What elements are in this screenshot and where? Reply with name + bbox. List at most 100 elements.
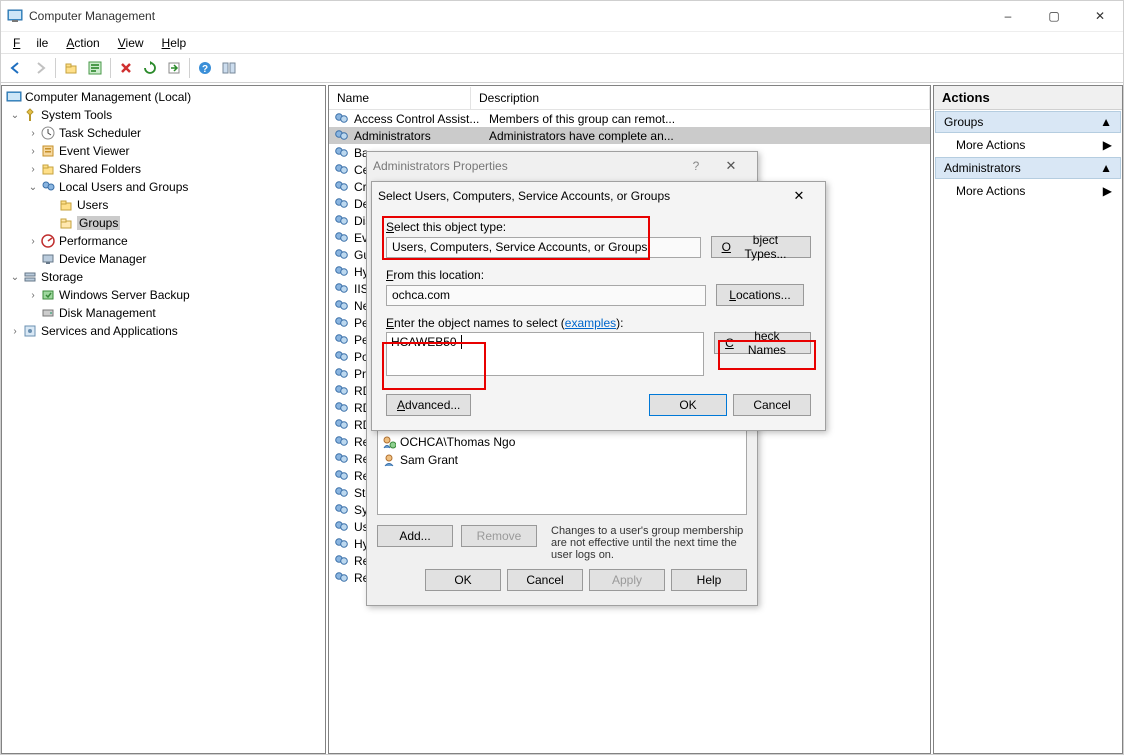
tree-task-scheduler[interactable]: ›Task Scheduler bbox=[2, 124, 325, 142]
group-icon bbox=[334, 400, 350, 416]
group-icon bbox=[334, 434, 350, 450]
cancel-button[interactable]: Cancel bbox=[733, 394, 811, 416]
app-icon bbox=[7, 8, 23, 24]
tree-performance[interactable]: ›Performance bbox=[2, 232, 325, 250]
back-icon[interactable] bbox=[5, 57, 27, 79]
locations-button[interactable]: Locations... bbox=[716, 284, 804, 306]
show-hide-icon[interactable] bbox=[218, 57, 240, 79]
ok-button[interactable]: OK bbox=[425, 569, 501, 591]
toolbar: ? bbox=[1, 53, 1123, 83]
tree-system-tools[interactable]: ⌄System Tools bbox=[2, 106, 325, 124]
help-icon[interactable]: ? bbox=[681, 159, 711, 173]
group-icon bbox=[334, 332, 350, 348]
chevron-right-icon: ▶ bbox=[1103, 184, 1112, 198]
maximize-button[interactable]: ▢ bbox=[1031, 1, 1077, 31]
forward-icon[interactable] bbox=[29, 57, 51, 79]
object-type-field: Users, Computers, Service Accounts, or G… bbox=[386, 237, 701, 258]
group-icon bbox=[334, 213, 350, 229]
properties-icon[interactable] bbox=[84, 57, 106, 79]
group-icon bbox=[334, 111, 350, 127]
location-field: ochca.com bbox=[386, 285, 706, 306]
tree-services-applications[interactable]: ›Services and Applications bbox=[2, 322, 325, 340]
apply-button[interactable]: Apply bbox=[589, 569, 665, 591]
group-icon bbox=[334, 570, 350, 586]
remove-button[interactable]: Remove bbox=[461, 525, 537, 547]
close-icon[interactable]: ✕ bbox=[711, 158, 751, 174]
group-icon bbox=[334, 298, 350, 314]
help-button[interactable]: Help bbox=[671, 569, 747, 591]
actions-more-admins[interactable]: More Actions▶ bbox=[934, 180, 1122, 202]
members-list[interactable]: OCHCA\Thomas NgoSam Grant bbox=[377, 430, 747, 515]
group-icon bbox=[334, 162, 350, 178]
group-icon bbox=[334, 536, 350, 552]
collapse-icon: ▲ bbox=[1100, 161, 1112, 175]
select-objects-dialog: Select Users, Computers, Service Account… bbox=[371, 181, 826, 431]
ok-button[interactable]: OK bbox=[649, 394, 727, 416]
tree-local-users-groups[interactable]: ⌄Local Users and Groups bbox=[2, 178, 325, 196]
chevron-right-icon: ▶ bbox=[1103, 138, 1112, 152]
cancel-button[interactable]: Cancel bbox=[507, 569, 583, 591]
group-icon bbox=[334, 485, 350, 501]
properties-title: Administrators Properties bbox=[373, 159, 508, 173]
group-icon bbox=[334, 264, 350, 280]
window-title: Computer Management bbox=[29, 9, 155, 23]
export-icon[interactable] bbox=[163, 57, 185, 79]
group-row[interactable]: Access Control Assist...Members of this … bbox=[329, 110, 930, 127]
object-types-button[interactable]: Object Types... bbox=[711, 236, 811, 258]
list-header: Name Description bbox=[329, 86, 930, 110]
menu-view[interactable]: View bbox=[110, 34, 152, 52]
tree-event-viewer[interactable]: ›Event Viewer bbox=[2, 142, 325, 160]
examples-link[interactable]: examples bbox=[565, 316, 616, 330]
actions-section-admins[interactable]: Administrators▲ bbox=[935, 157, 1121, 179]
tree-device-manager[interactable]: Device Manager bbox=[2, 250, 325, 268]
properties-titlebar[interactable]: Administrators Properties ? ✕ bbox=[367, 152, 757, 180]
refresh-icon[interactable] bbox=[139, 57, 161, 79]
group-icon bbox=[334, 468, 350, 484]
tree-windows-server-backup[interactable]: ›Windows Server Backup bbox=[2, 286, 325, 304]
group-icon bbox=[334, 230, 350, 246]
close-button[interactable]: ✕ bbox=[1077, 1, 1123, 31]
menu-help[interactable]: Help bbox=[154, 34, 195, 52]
object-names-input[interactable]: HCAWEB50 bbox=[386, 332, 704, 376]
up-icon[interactable] bbox=[60, 57, 82, 79]
group-icon bbox=[334, 519, 350, 535]
group-icon bbox=[334, 366, 350, 382]
add-button[interactable]: Add... bbox=[377, 525, 453, 547]
delete-icon[interactable] bbox=[115, 57, 137, 79]
group-row[interactable]: AdministratorsAdministrators have comple… bbox=[329, 127, 930, 144]
member-row[interactable]: Sam Grant bbox=[380, 451, 744, 469]
menubar: File Action View Help bbox=[1, 31, 1123, 53]
check-names-button[interactable]: Check Names bbox=[714, 332, 811, 354]
group-icon bbox=[334, 502, 350, 518]
tree-groups[interactable]: Groups bbox=[2, 214, 325, 232]
group-icon bbox=[334, 196, 350, 212]
menu-action[interactable]: Action bbox=[58, 34, 107, 52]
tree-root[interactable]: Computer Management (Local) bbox=[2, 88, 325, 106]
object-type-label: Select this object type: bbox=[386, 220, 811, 234]
group-icon bbox=[334, 247, 350, 263]
actions-section-groups[interactable]: Groups▲ bbox=[935, 111, 1121, 133]
group-icon bbox=[334, 145, 350, 161]
group-icon bbox=[334, 383, 350, 399]
col-description[interactable]: Description bbox=[471, 87, 930, 109]
minimize-button[interactable]: – bbox=[985, 1, 1031, 31]
member-row[interactable]: OCHCA\Thomas Ngo bbox=[380, 433, 744, 451]
tree-shared-folders[interactable]: ›Shared Folders bbox=[2, 160, 325, 178]
help-icon[interactable]: ? bbox=[194, 57, 216, 79]
group-icon bbox=[334, 179, 350, 195]
select-dialog-title: Select Users, Computers, Service Account… bbox=[378, 189, 670, 203]
col-name[interactable]: Name bbox=[329, 87, 471, 109]
menu-file[interactable]: File bbox=[5, 34, 56, 52]
select-dialog-titlebar[interactable]: Select Users, Computers, Service Account… bbox=[372, 182, 825, 210]
user-icon bbox=[382, 453, 396, 467]
group-icon bbox=[334, 553, 350, 569]
group-icon bbox=[334, 315, 350, 331]
collapse-icon: ▲ bbox=[1100, 115, 1112, 129]
tree-disk-management[interactable]: Disk Management bbox=[2, 304, 325, 322]
actions-more-groups[interactable]: More Actions▶ bbox=[934, 134, 1122, 156]
group-icon bbox=[334, 128, 350, 144]
tree-users[interactable]: Users bbox=[2, 196, 325, 214]
close-icon[interactable]: ✕ bbox=[779, 188, 819, 204]
advanced-button[interactable]: Advanced... bbox=[386, 394, 471, 416]
tree-storage[interactable]: ⌄Storage bbox=[2, 268, 325, 286]
